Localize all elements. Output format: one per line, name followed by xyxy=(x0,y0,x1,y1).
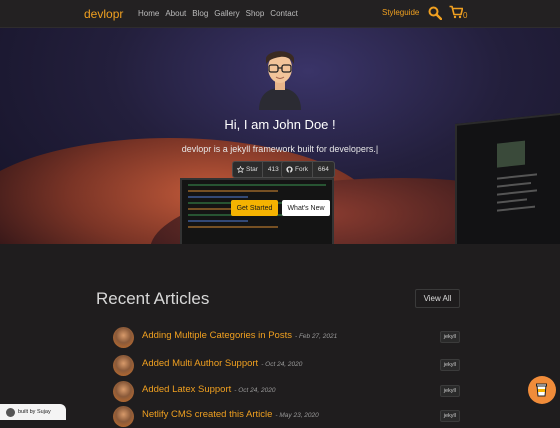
article-tag[interactable]: jekyll xyxy=(439,359,460,371)
top-navbar: devlopr Home About Blog Gallery Shop Con… xyxy=(0,0,560,28)
github-star-widget[interactable]: Star 413 xyxy=(232,161,285,178)
recent-articles-heading: Recent Articles xyxy=(96,289,210,308)
nav-link-blog[interactable]: Blog xyxy=(192,9,208,18)
github-star-label: Star xyxy=(246,166,258,173)
styleguide-link[interactable]: Styleguide xyxy=(382,8,419,17)
nav-link-contact[interactable]: Contact xyxy=(270,9,298,18)
nav-link-gallery[interactable]: Gallery xyxy=(214,9,239,18)
github-fork-widget[interactable]: Fork 664 xyxy=(281,161,335,178)
article-date: - Oct 24, 2020 xyxy=(261,361,303,368)
coffee-cup-icon xyxy=(536,383,547,397)
article-title-link[interactable]: Added Latex Support xyxy=(142,384,231,395)
article-item: Netlify CMS created this Article - May 23… xyxy=(113,406,460,428)
article-title-link[interactable]: Adding Multiple Categories in Posts xyxy=(142,330,292,341)
hero-subtitle: devlopr is a jekyll framework built for … xyxy=(181,144,379,154)
nav-link-shop[interactable]: Shop xyxy=(246,9,265,18)
cart-icon[interactable] xyxy=(449,5,463,19)
github-fork-count: 664 xyxy=(318,166,329,173)
article-title-link[interactable]: Netlify CMS created this Article xyxy=(142,409,272,420)
article-tag[interactable]: jekyll xyxy=(439,410,460,422)
nav-link-about[interactable]: About xyxy=(165,9,186,18)
hero-title: Hi, I am John Doe ! xyxy=(224,117,336,132)
get-started-button[interactable]: Get Started xyxy=(231,200,278,216)
view-all-button[interactable]: View All xyxy=(415,289,460,308)
github-fork-label: Fork xyxy=(295,166,308,173)
built-by-badge[interactable]: built by Sujay xyxy=(0,404,66,420)
article-tag[interactable]: jekyll xyxy=(439,331,460,343)
article-author-avatar xyxy=(113,406,134,427)
cart-count-badge: 0 xyxy=(463,11,468,20)
article-title-link[interactable]: Added Multi Author Support xyxy=(142,358,258,369)
article-date: - Feb 27, 2021 xyxy=(294,333,338,340)
article-item: Added Multi Author Support - Oct 24, 2020… xyxy=(113,355,460,377)
built-by-text: built by Sujay xyxy=(18,409,51,415)
nav-links: Home About Blog Gallery Shop Contact xyxy=(138,9,298,18)
article-tag[interactable]: jekyll xyxy=(439,385,460,397)
article-date: - May 23, 2020 xyxy=(275,412,319,419)
nav-link-home[interactable]: Home xyxy=(138,9,159,18)
github-star-button[interactable]: Star xyxy=(233,162,263,177)
github-fork-button[interactable]: Fork xyxy=(282,162,313,177)
article-item: Adding Multiple Categories in Posts - Feb… xyxy=(113,327,460,349)
star-icon xyxy=(237,166,244,173)
author-avatar xyxy=(259,51,301,110)
buy-me-coffee-button[interactable] xyxy=(528,376,556,404)
article-item: Added Latex Support - Oct 24, 2020 jekyll xyxy=(113,381,460,403)
search-icon[interactable] xyxy=(428,6,442,20)
builder-avatar-icon xyxy=(6,407,15,417)
github-icon xyxy=(286,166,293,173)
article-author-avatar xyxy=(113,327,134,348)
brand-logo[interactable]: devlopr xyxy=(84,7,123,21)
whats-new-button[interactable]: What's New xyxy=(282,200,330,216)
article-author-avatar xyxy=(113,381,134,402)
article-date: - Oct 24, 2020 xyxy=(234,387,276,394)
article-author-avatar xyxy=(113,355,134,376)
